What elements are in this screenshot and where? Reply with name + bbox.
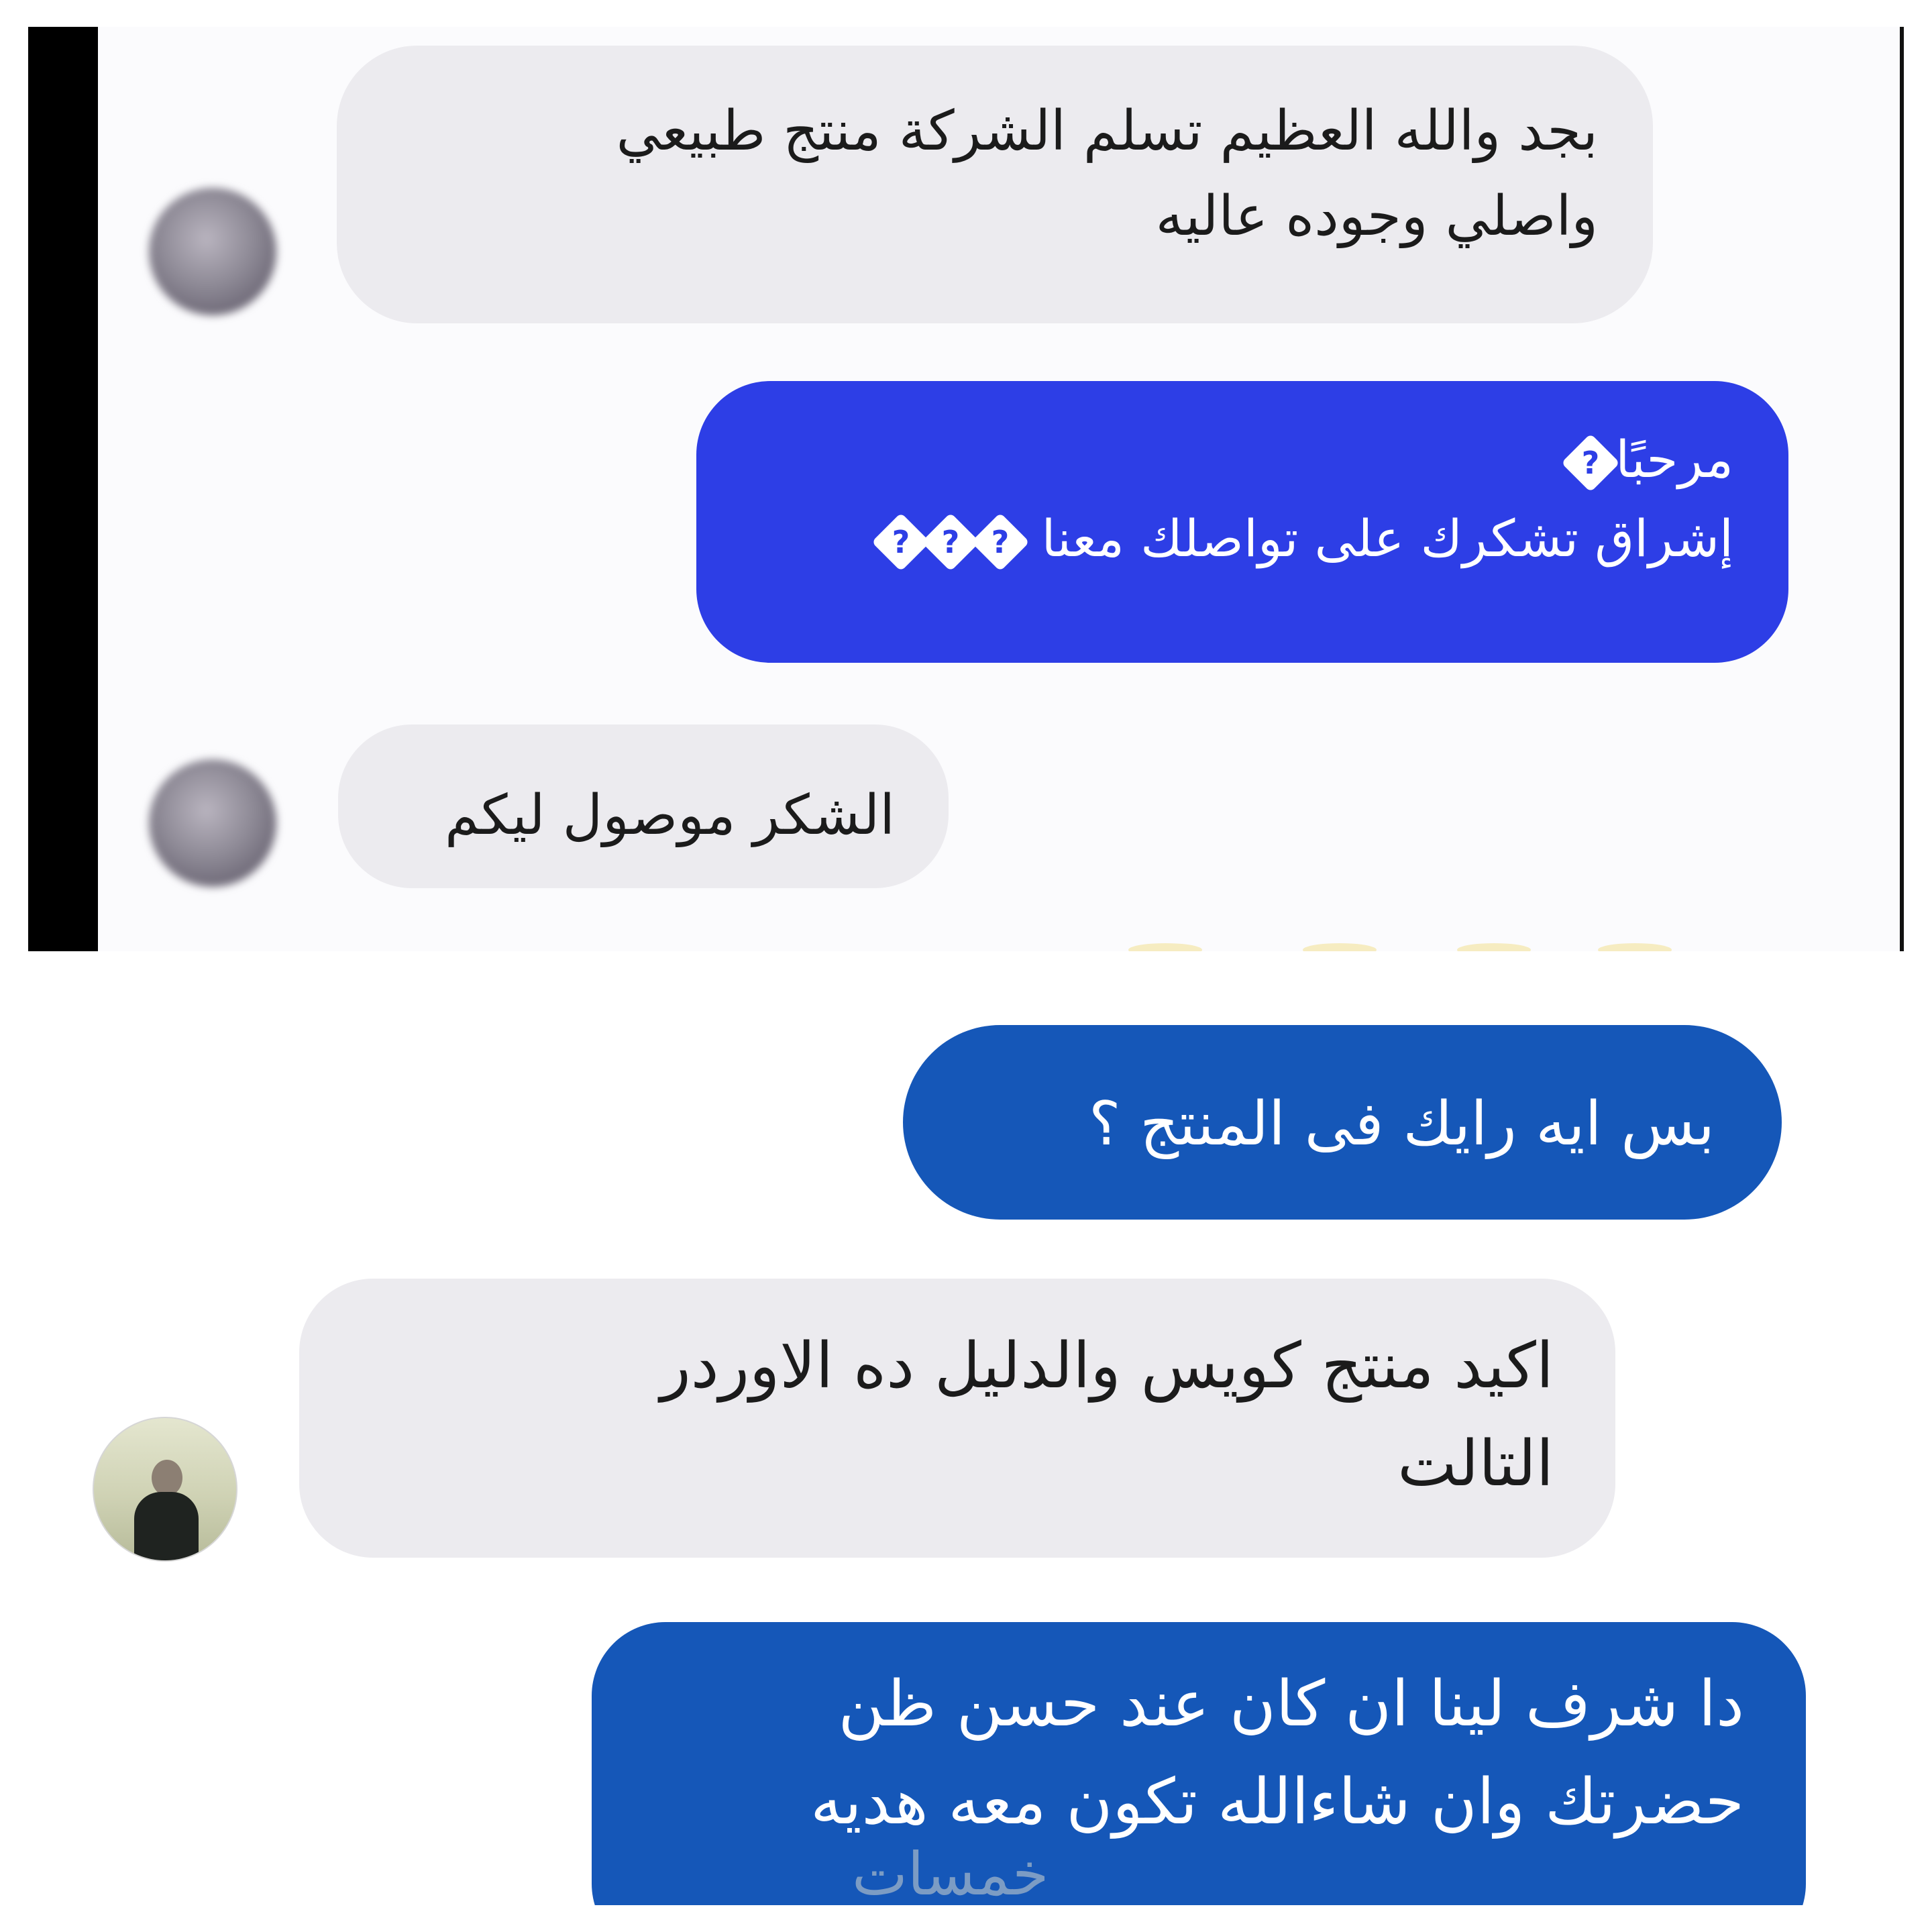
message-text-line: التالت [1397, 1427, 1554, 1501]
unknown-glyph-icon [1561, 433, 1621, 492]
user-avatar[interactable] [93, 1417, 237, 1562]
unknown-glyph-icon [871, 512, 931, 572]
incoming-message-bubble[interactable]: الشكر موصول ليكم [338, 724, 949, 888]
cropped-reaction-hint [1457, 943, 1531, 951]
message-text-line: إشراق تشكرك على تواصلك معنا [737, 499, 1733, 578]
message-text-line: دا شرف لينا ان كان عند حسن ظن [838, 1668, 1744, 1741]
top-chat-screenshot: بجد والله العظيم تسلم الشركة منتج طبيعي … [28, 27, 1904, 951]
message-text-line: مرحبًا [737, 420, 1733, 499]
incoming-message-bubble[interactable]: اكيد منتج كويس والدليل ده الاوردر التالت [299, 1279, 1615, 1558]
cropped-reaction-hint [1598, 943, 1672, 951]
avatar-person-body [134, 1492, 199, 1560]
unknown-glyph-icon [921, 512, 981, 572]
left-black-border [28, 27, 98, 951]
outgoing-message-bubble[interactable]: دا شرف لينا ان كان عند حسن ظن حضرتك وان … [592, 1622, 1806, 1905]
message-text-line: حضرتك وان شاءالله تكون معه هديه [810, 1765, 1744, 1839]
chat-screenshots-collage: بجد والله العظيم تسلم الشركة منتج طبيعي … [0, 0, 1932, 1932]
message-text-line: بجد والله العظيم تسلم الشركة منتج طبيعي [616, 99, 1598, 163]
blurred-avatar[interactable] [149, 188, 276, 315]
incoming-message-bubble[interactable]: بجد والله العظيم تسلم الشركة منتج طبيعي … [337, 46, 1653, 323]
message-text-line: بس ايه رايك فى المنتج ؟ [1088, 1089, 1715, 1159]
message-text-line: اكيد منتج كويس والدليل ده الاوردر [660, 1330, 1554, 1403]
blurred-avatar[interactable] [149, 759, 276, 887]
message-greeting: مرحبًا [1615, 429, 1733, 489]
watermark-logo: خمسات [852, 1839, 1049, 1909]
bottom-chat-screenshot: بس ايه رايك فى المنتج ؟ اكيد منتج كويس و… [28, 971, 1904, 1905]
message-thanks: إشراق تشكرك على تواصلك معنا [1041, 508, 1733, 568]
avatar-person-head [152, 1460, 182, 1496]
outgoing-message-bubble[interactable]: بس ايه رايك فى المنتج ؟ [903, 1025, 1782, 1220]
message-text-line: الشكر موصول ليكم [444, 784, 895, 847]
unknown-glyph-icon [971, 512, 1030, 572]
outgoing-message-bubble[interactable]: مرحبًا إشراق تشكرك على تواصلك معنا [696, 381, 1788, 663]
message-text-line: واصلي وجوده عاليه [1155, 184, 1598, 249]
cropped-reaction-hint [1303, 943, 1377, 951]
cropped-reaction-hint [1128, 943, 1202, 951]
right-border-line [1900, 27, 1904, 951]
